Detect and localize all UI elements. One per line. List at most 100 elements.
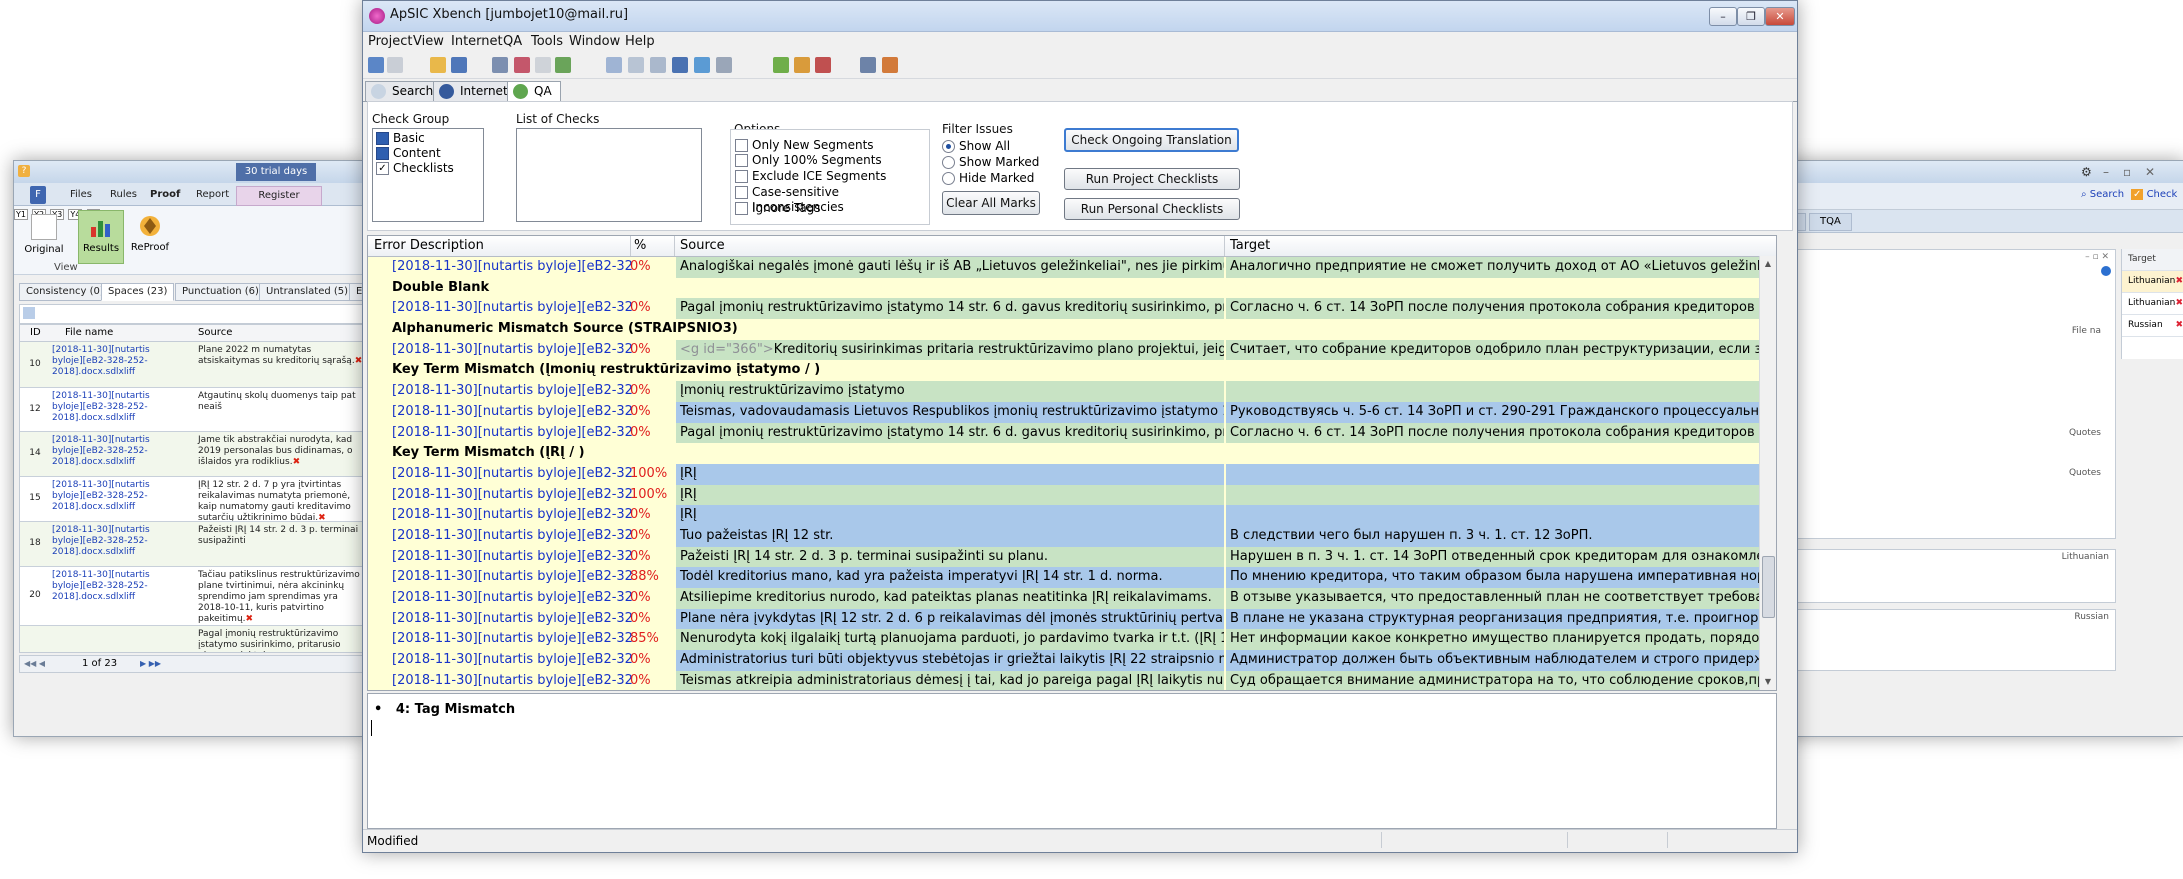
search-icon[interactable] xyxy=(672,57,688,73)
scroll-thumb[interactable] xyxy=(1762,556,1775,618)
tab-qa[interactable]: QA xyxy=(507,81,561,102)
table-row[interactable]: 12 [2018-11-30][nutartis byloje][eB2-328… xyxy=(20,388,365,432)
copy-icon[interactable] xyxy=(606,57,622,73)
open-project-icon[interactable] xyxy=(430,57,446,73)
filter-show-marked[interactable]: Show Marked xyxy=(942,155,1039,170)
menu-project[interactable]: Project xyxy=(368,34,412,49)
checklist-icon[interactable] xyxy=(555,57,571,73)
project-properties-icon[interactable] xyxy=(492,57,508,73)
column-percent[interactable]: % xyxy=(634,236,646,256)
option-only-new-segments[interactable]: Only New Segments xyxy=(735,138,874,153)
maximize-icon[interactable]: ▫ xyxy=(2123,165,2131,179)
check-link[interactable]: ✓ Check xyxy=(2131,189,2177,200)
issue-row[interactable]: [2018-11-30][nutartis byloje][eB2-328-..… xyxy=(368,608,1776,630)
restore-button[interactable]: ❐ xyxy=(1737,7,1765,26)
issue-row[interactable]: [2018-11-30][nutartis byloje][eB2-328-..… xyxy=(368,401,1776,423)
clear-all-marks-button[interactable]: Clear All Marks xyxy=(942,191,1040,215)
issue-row[interactable]: [2018-11-30][nutartis byloje][eB2-328-..… xyxy=(368,650,1776,671)
menu-help[interactable]: Help xyxy=(625,34,655,49)
check-ongoing-translation-button[interactable]: Check Ongoing Translation xyxy=(1064,128,1239,152)
reproof-button[interactable]: ReProof xyxy=(128,210,172,262)
filter-show-all[interactable]: Show All xyxy=(942,139,1010,154)
scroll-up-icon[interactable]: ▲ xyxy=(1762,258,1774,270)
document-icon[interactable] xyxy=(628,57,644,73)
file-menu-button[interactable]: F xyxy=(30,186,46,204)
list-icon[interactable] xyxy=(716,57,732,73)
tab-search[interactable]: Search xyxy=(365,81,443,101)
table-row[interactable]: 20 [2018-11-30][nutartis byloje][eB2-328… xyxy=(20,567,365,626)
help-icon[interactable] xyxy=(2101,266,2111,276)
column-target[interactable]: Target xyxy=(1230,236,1270,256)
list-of-checks[interactable] xyxy=(516,128,702,222)
check-content[interactable]: Content xyxy=(376,146,441,161)
list-item[interactable]: Lithuanian ✖ xyxy=(2122,271,2183,293)
issue-row[interactable]: [2018-11-30][nutartis byloje][eB2-328-..… xyxy=(368,629,1776,651)
issue-row[interactable]: [2018-11-30][nutartis byloje][eB2-328-..… xyxy=(368,257,1776,278)
issue-row[interactable]: [2018-11-30][nutartis byloje][eB2-328-..… xyxy=(368,525,1776,547)
issue-group-row[interactable]: Key Term Mismatch (ĮRĮ / ) xyxy=(368,443,1776,464)
issue-group-row[interactable]: Alphanumeric Mismatch Source (STRAIPSNIO… xyxy=(368,319,1776,340)
results-scrollbar[interactable]: ▲ ▼ xyxy=(1759,256,1776,690)
option-ignore-tags[interactable]: Ignore Tags xyxy=(735,201,821,216)
project-icon[interactable] xyxy=(514,57,530,73)
key-term-icon[interactable] xyxy=(794,57,810,73)
search-link[interactable]: ⌕ Search xyxy=(2081,189,2124,200)
menu-window[interactable]: Window xyxy=(569,34,620,49)
options-icon[interactable] xyxy=(860,57,876,73)
find-icon[interactable] xyxy=(650,57,666,73)
issue-row[interactable]: [2018-11-30][nutartis byloje][eB2-328-..… xyxy=(368,422,1776,444)
settings-icon[interactable] xyxy=(882,57,898,73)
table-row[interactable]: 15 [2018-11-30][nutartis byloje][eB2-328… xyxy=(20,477,365,522)
menu-qa[interactable]: QA xyxy=(503,34,522,49)
lithuanian-panel[interactable]: Lithuanian xyxy=(1779,549,2116,603)
marker-icon[interactable] xyxy=(815,57,831,73)
column-error-description[interactable]: Error Description xyxy=(374,236,484,256)
pane-window-controls[interactable]: – ▫ ✕ xyxy=(2085,252,2109,262)
option-case-sensitive-inconsistencies[interactable]: Case-sensitive Inconsistencies xyxy=(735,185,929,214)
russian-panel[interactable]: Russian xyxy=(1779,609,2116,671)
tab-untranslated[interactable]: Untranslated (5) xyxy=(259,283,356,301)
issue-row[interactable]: [2018-11-30][nutartis byloje][eB2-328-..… xyxy=(368,381,1776,402)
issue-row[interactable]: [2018-11-30][nutartis byloje][eB2-328-..… xyxy=(368,298,1776,320)
tab-tqa[interactable]: TQA xyxy=(1809,213,1852,231)
ribbon-tab-register[interactable]: Register xyxy=(236,186,322,206)
menu-tools[interactable]: Tools xyxy=(531,34,563,49)
option-exclude-ice-segments[interactable]: Exclude ICE Segments xyxy=(735,169,886,184)
option-only-100-segments[interactable]: Only 100% Segments xyxy=(735,153,882,168)
list-item[interactable]: Russian ✖ xyxy=(2122,315,2183,337)
run-project-checklists-button[interactable]: Run Project Checklists xyxy=(1064,168,1240,190)
issue-row[interactable]: [2018-11-30][nutartis byloje][eB2-328-..… xyxy=(368,546,1776,568)
check-checklists[interactable]: ✓ Checklists xyxy=(376,161,454,176)
tab-spaces[interactable]: Spaces (23) xyxy=(101,283,175,301)
ribbon-tab-report[interactable]: Report xyxy=(190,186,235,204)
run-personal-checklists-button[interactable]: Run Personal Checklists xyxy=(1064,198,1240,220)
menu-view[interactable]: View xyxy=(413,34,444,49)
issue-row[interactable]: [2018-11-30][nutartis byloje][eB2-328-..… xyxy=(368,567,1776,588)
check-basic[interactable]: Basic xyxy=(376,131,425,146)
forward-icon[interactable] xyxy=(387,57,403,73)
issue-group-row[interactable]: Key Term Mismatch (Įmonių restruktūrizav… xyxy=(368,360,1776,382)
issue-row[interactable]: [2018-11-30][nutartis byloje][eB2-328-..… xyxy=(368,505,1776,526)
minimize-icon[interactable]: – xyxy=(2103,165,2109,179)
gear-icon[interactable]: ⚙ xyxy=(2081,165,2092,179)
issue-group-row[interactable]: Double Blank xyxy=(368,277,1776,299)
qa-check-icon[interactable] xyxy=(773,57,789,73)
issue-row[interactable]: [2018-11-30][nutartis byloje][eB2-328-..… xyxy=(368,588,1776,609)
close-button[interactable]: ✕ xyxy=(1765,7,1795,26)
issue-row[interactable]: [2018-11-30][nutartis byloje][eB2-328-..… xyxy=(368,484,1776,506)
ribbon-tab-rules[interactable]: Rules xyxy=(104,186,143,204)
tab-internet[interactable]: Internet xyxy=(433,81,517,101)
sort-icon[interactable] xyxy=(535,57,551,73)
table-row[interactable]: 10 [2018-11-30][nutartis byloje][eB2-328… xyxy=(20,342,365,388)
pager-first-icon[interactable]: ◀◀ ◀ xyxy=(24,656,45,672)
issue-row[interactable]: [2018-11-30][nutartis byloje][eB2-328-..… xyxy=(368,670,1776,690)
pager-next-icon[interactable]: ▶ ▶▶ xyxy=(140,656,161,672)
save-icon[interactable] xyxy=(451,57,467,73)
close-icon[interactable]: ✕ xyxy=(2145,165,2155,179)
column-source[interactable]: Source xyxy=(680,236,725,256)
back-icon[interactable] xyxy=(368,57,384,73)
filter-hide-marked[interactable]: Hide Marked xyxy=(942,171,1034,186)
ribbon-tab-files[interactable]: Files xyxy=(64,186,98,204)
original-view-button[interactable]: Original xyxy=(22,210,66,262)
table-row[interactable]: Pagal įmonių restruktūrizavimo įstatymo … xyxy=(20,626,365,652)
